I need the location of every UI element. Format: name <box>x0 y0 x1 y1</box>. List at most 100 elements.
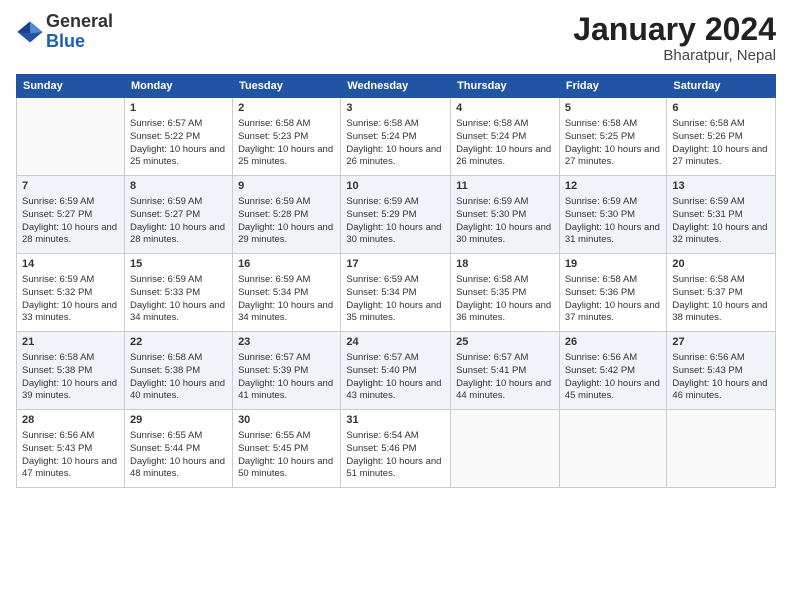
sunset-text: Sunset: 5:32 PM <box>22 287 92 298</box>
day-cell: 12Sunrise: 6:59 AMSunset: 5:30 PMDayligh… <box>559 176 667 254</box>
page: General Blue January 2024 Bharatpur, Nep… <box>0 0 792 612</box>
logo-text: General Blue <box>46 12 113 52</box>
daylight-text: Daylight: 10 hours and 25 minutes. <box>130 144 225 168</box>
day-cell: 6Sunrise: 6:58 AMSunset: 5:26 PMDaylight… <box>667 98 776 176</box>
day-cell: 1 Sunrise: 6:57 AM Sunset: 5:22 PM Daylight… <box>124 98 232 176</box>
sunset-text: Sunset: 5:44 PM <box>130 443 200 454</box>
day-cell: 16Sunrise: 6:59 AMSunset: 5:34 PMDayligh… <box>233 254 341 332</box>
sunrise-text: Sunrise: 6:56 AM <box>672 352 744 363</box>
sunset-text: Sunset: 5:22 PM <box>130 131 200 142</box>
sunrise-text: Sunrise: 6:58 AM <box>130 352 202 363</box>
day-cell: 11Sunrise: 6:59 AMSunset: 5:30 PMDayligh… <box>451 176 560 254</box>
sunset-text: Sunset: 5:41 PM <box>456 365 526 376</box>
calendar-body: 1 Sunrise: 6:57 AM Sunset: 5:22 PM Daylight… <box>17 98 776 488</box>
day-cell: 24Sunrise: 6:57 AMSunset: 5:40 PMDayligh… <box>341 332 451 410</box>
sunrise-text: Sunrise: 6:59 AM <box>456 196 528 207</box>
day-number: 1 <box>130 101 227 116</box>
day-number: 14 <box>22 257 119 272</box>
sunset-text: Sunset: 5:43 PM <box>22 443 92 454</box>
sunrise-text: Sunrise: 6:58 AM <box>346 118 418 129</box>
sunrise-text: Sunrise: 6:58 AM <box>22 352 94 363</box>
day-number: 6 <box>672 101 770 116</box>
sunset-text: Sunset: 5:30 PM <box>565 209 635 220</box>
col-tuesday: Tuesday <box>233 75 341 98</box>
day-cell: 26Sunrise: 6:56 AMSunset: 5:42 PMDayligh… <box>559 332 667 410</box>
daylight-text: Daylight: 10 hours and 34 minutes. <box>238 300 333 324</box>
day-cell: 21Sunrise: 6:58 AMSunset: 5:38 PMDayligh… <box>17 332 125 410</box>
day-number: 18 <box>456 257 554 272</box>
daylight-text: Daylight: 10 hours and 29 minutes. <box>238 222 333 246</box>
day-cell: 30Sunrise: 6:55 AMSunset: 5:45 PMDayligh… <box>233 410 341 488</box>
sunrise-text: Sunrise: 6:57 AM <box>346 352 418 363</box>
day-cell <box>667 410 776 488</box>
col-friday: Friday <box>559 75 667 98</box>
sunrise-text: Sunrise: 6:55 AM <box>238 430 310 441</box>
day-number: 22 <box>130 335 227 350</box>
col-sunday: Sunday <box>17 75 125 98</box>
daylight-text: Daylight: 10 hours and 32 minutes. <box>672 222 767 246</box>
col-thursday: Thursday <box>451 75 560 98</box>
sunset-text: Sunset: 5:38 PM <box>130 365 200 376</box>
sunrise-text: Sunrise: 6:56 AM <box>22 430 94 441</box>
day-cell: 5Sunrise: 6:58 AMSunset: 5:25 PMDaylight… <box>559 98 667 176</box>
day-number: 4 <box>456 101 554 116</box>
header-row: Sunday Monday Tuesday Wednesday Thursday… <box>17 75 776 98</box>
day-cell: 14 Sunrise: 6:59 AM Sunset: 5:32 PM Dayligh… <box>17 254 125 332</box>
sunrise-text: Sunrise: 6:58 AM <box>672 274 744 285</box>
daylight-text: Daylight: 10 hours and 35 minutes. <box>346 300 441 324</box>
sunset-text: Sunset: 5:33 PM <box>130 287 200 298</box>
day-cell: 23Sunrise: 6:57 AMSunset: 5:39 PMDayligh… <box>233 332 341 410</box>
daylight-text: Daylight: 10 hours and 26 minutes. <box>456 144 551 168</box>
day-cell: 8Sunrise: 6:59 AMSunset: 5:27 PMDaylight… <box>124 176 232 254</box>
sunset-text: Sunset: 5:31 PM <box>672 209 742 220</box>
sunset-text: Sunset: 5:40 PM <box>346 365 416 376</box>
day-cell <box>559 410 667 488</box>
day-number: 8 <box>130 179 227 194</box>
week-row-3: 21 Sunrise: 6:58 AM Sunset: 5:38 PM Dayligh… <box>17 332 776 410</box>
day-cell: 27Sunrise: 6:56 AMSunset: 5:43 PMDayligh… <box>667 332 776 410</box>
sunset-text: Sunset: 5:45 PM <box>238 443 308 454</box>
sunset-text: Sunset: 5:23 PM <box>238 131 308 142</box>
day-cell: 9Sunrise: 6:59 AMSunset: 5:28 PMDaylight… <box>233 176 341 254</box>
daylight-text: Daylight: 10 hours and 25 minutes. <box>238 144 333 168</box>
daylight-text: Daylight: 10 hours and 38 minutes. <box>672 300 767 324</box>
daylight-text: Daylight: 10 hours and 27 minutes. <box>672 144 767 168</box>
sunset-text: Sunset: 5:24 PM <box>456 131 526 142</box>
sunrise-text: Sunrise: 6:59 AM <box>22 274 94 285</box>
day-number: 29 <box>130 413 227 428</box>
daylight-text: Daylight: 10 hours and 33 minutes. <box>22 300 117 324</box>
sunrise-text: Sunrise: 6:59 AM <box>238 274 310 285</box>
sunset-text: Sunset: 5:35 PM <box>456 287 526 298</box>
day-number: 9 <box>238 179 335 194</box>
logo-blue: Blue <box>46 32 113 52</box>
day-number: 5 <box>565 101 662 116</box>
sunset-text: Sunset: 5:28 PM <box>238 209 308 220</box>
day-number: 16 <box>238 257 335 272</box>
day-cell: 22Sunrise: 6:58 AMSunset: 5:38 PMDayligh… <box>124 332 232 410</box>
sunset-text: Sunset: 5:26 PM <box>672 131 742 142</box>
day-number: 13 <box>672 179 770 194</box>
day-cell: 4Sunrise: 6:58 AMSunset: 5:24 PMDaylight… <box>451 98 560 176</box>
logo: General Blue <box>16 12 113 52</box>
daylight-text: Daylight: 10 hours and 27 minutes. <box>565 144 660 168</box>
sunset-text: Sunset: 5:42 PM <box>565 365 635 376</box>
sunrise-text: Sunrise: 6:59 AM <box>130 196 202 207</box>
day-number: 31 <box>346 413 445 428</box>
sunset-text: Sunset: 5:25 PM <box>565 131 635 142</box>
sunset-text: Sunset: 5:38 PM <box>22 365 92 376</box>
sunrise-text: Sunrise: 6:58 AM <box>238 118 310 129</box>
daylight-text: Daylight: 10 hours and 34 minutes. <box>130 300 225 324</box>
sunrise-text: Sunrise: 6:57 AM <box>130 118 202 129</box>
header: General Blue January 2024 Bharatpur, Nep… <box>16 12 776 64</box>
location-subtitle: Bharatpur, Nepal <box>573 47 776 64</box>
sunset-text: Sunset: 5:24 PM <box>346 131 416 142</box>
day-number: 19 <box>565 257 662 272</box>
day-number: 21 <box>22 335 119 350</box>
day-cell: 17Sunrise: 6:59 AMSunset: 5:34 PMDayligh… <box>341 254 451 332</box>
day-cell: 25Sunrise: 6:57 AMSunset: 5:41 PMDayligh… <box>451 332 560 410</box>
sunset-text: Sunset: 5:29 PM <box>346 209 416 220</box>
calendar-table: Sunday Monday Tuesday Wednesday Thursday… <box>16 74 776 488</box>
daylight-text: Daylight: 10 hours and 45 minutes. <box>565 378 660 402</box>
day-number: 2 <box>238 101 335 116</box>
sunrise-text: Sunrise: 6:58 AM <box>456 274 528 285</box>
